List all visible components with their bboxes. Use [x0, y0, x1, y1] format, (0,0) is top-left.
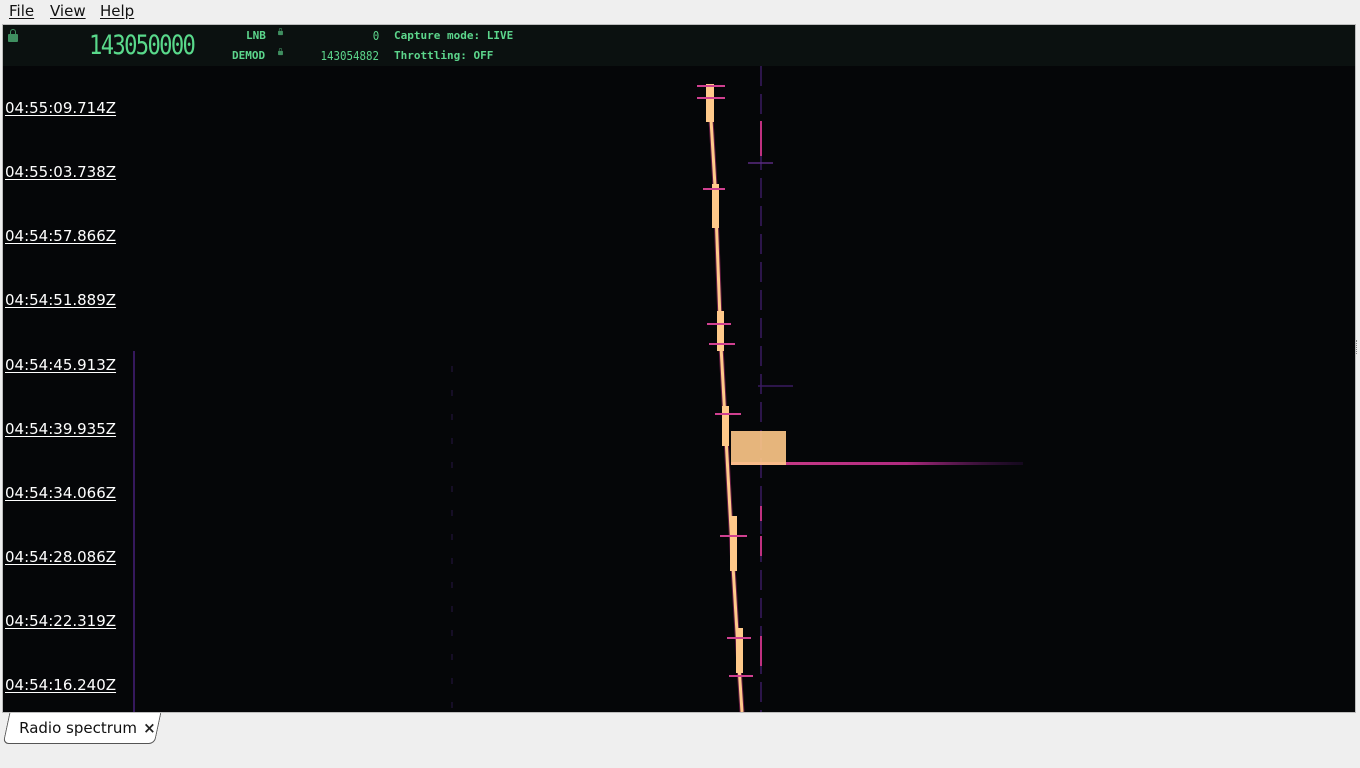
tab-radio-spectrum[interactable]: Radio spectrum × [2, 713, 162, 744]
lnb-label: LNB [246, 29, 266, 42]
menu-help[interactable]: Help [100, 2, 134, 20]
tab-bar: Radio spectrum × [0, 713, 1360, 768]
timestamp-label[interactable]: 04:54:57.866Z [5, 227, 116, 245]
timestamp-label[interactable]: 04:54:45.913Z [5, 356, 116, 374]
timestamp-label[interactable]: 04:54:22.319Z [5, 612, 116, 630]
timestamp-label[interactable]: 04:54:34.066Z [5, 484, 116, 502]
demod-label: DEMOD [232, 49, 266, 62]
timestamp-label[interactable]: 04:54:28.086Z [5, 548, 116, 566]
lock-icon[interactable] [278, 28, 283, 36]
lock-icon[interactable] [8, 29, 18, 42]
waterfall-display[interactable] [3, 66, 1355, 712]
timestamp-label[interactable]: 04:54:39.935Z [5, 420, 116, 438]
close-icon[interactable]: × [143, 719, 156, 737]
tab-label: Radio spectrum [19, 719, 138, 737]
timestamp-label[interactable]: 04:55:03.738Z [5, 163, 116, 181]
lnb-value[interactable]: 0 [372, 29, 379, 43]
throttling-text: Throttling: OFF [394, 49, 494, 62]
menu-bar: File View Help [0, 0, 1360, 22]
timestamp-label[interactable]: 04:54:51.889Z [5, 291, 116, 309]
demod-value[interactable]: 143054882 [320, 49, 379, 63]
lock-icon[interactable] [278, 48, 283, 56]
panel-resize-handle[interactable] [1356, 340, 1360, 354]
timestamp-label[interactable]: 04:55:09.714Z [5, 99, 116, 117]
menu-view[interactable]: View [50, 2, 86, 20]
menu-file[interactable]: File [9, 2, 34, 20]
timestamp-label[interactable]: 04:54:16.240Z [5, 676, 116, 694]
capture-mode-text: Capture mode: LIVE [394, 29, 514, 42]
status-bar: 143050000 LNB 0 DEMOD 143054882 Capture … [3, 25, 1355, 67]
spectrum-panel: 143050000 LNB 0 DEMOD 143054882 Capture … [2, 24, 1356, 713]
main-frequency-display[interactable]: 143050000 [89, 31, 196, 61]
